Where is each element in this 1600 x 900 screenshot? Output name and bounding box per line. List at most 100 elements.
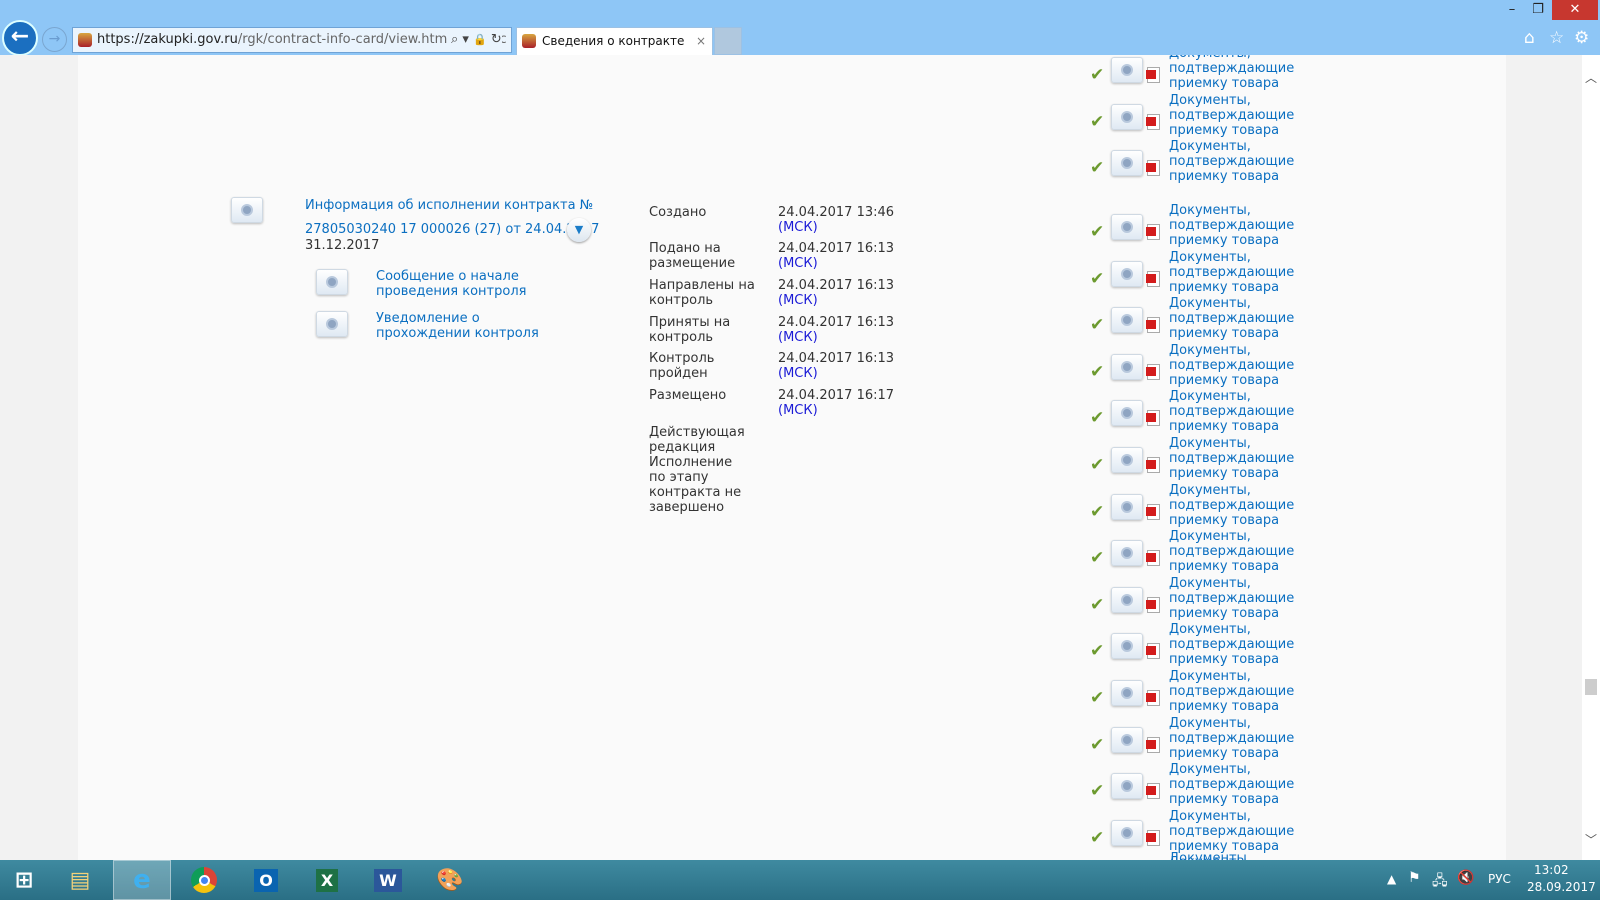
address-bar[interactable]: https://zakupki.gov.ru/rgk/contract-info…	[72, 27, 512, 53]
tab-close-icon[interactable]: ×	[696, 28, 706, 54]
expand-chevron-down-icon[interactable]: ▼	[567, 218, 591, 242]
certificate-button[interactable]	[1111, 633, 1143, 660]
pdf-file-icon[interactable]	[1146, 736, 1160, 753]
settings-gear-icon[interactable]: ⚙	[1574, 28, 1589, 48]
certificate-button[interactable]	[1111, 726, 1143, 753]
restore-button[interactable]: ❐	[1524, 0, 1552, 20]
certificate-button[interactable]	[1111, 400, 1143, 427]
certificate-button[interactable]	[1111, 57, 1143, 83]
pdf-file-icon[interactable]	[1146, 363, 1160, 380]
favorites-icon[interactable]: ☆	[1549, 28, 1564, 48]
language-indicator[interactable]: РУС	[1488, 872, 1511, 886]
document-link[interactable]: Документы, подтверждающие приемку товара	[1169, 529, 1339, 574]
certificate-button[interactable]	[1111, 214, 1143, 240]
new-tab-button[interactable]	[714, 27, 742, 55]
certificate-button[interactable]	[1111, 307, 1143, 334]
certificate-button[interactable]	[316, 311, 348, 337]
certificate-button[interactable]	[1111, 493, 1143, 520]
lock-icon[interactable]: 🔒	[473, 33, 487, 46]
forward-button[interactable]: →	[42, 27, 67, 52]
clock-time[interactable]: 13:02	[1534, 863, 1569, 877]
document-link[interactable]: Документы, подтверждающие приемку товара	[1169, 809, 1339, 854]
certificate-button[interactable]	[1111, 103, 1143, 130]
document-link[interactable]: Документы, подтверждающие приемку товара	[1169, 762, 1339, 807]
certificate-button[interactable]	[1111, 260, 1143, 287]
network-icon[interactable]: 🖧	[1432, 870, 1448, 894]
document-link[interactable]: Документы, подтверждающие приемку товара	[1169, 669, 1339, 714]
document-link[interactable]: Документы, подтверждающие приемку товара	[1169, 576, 1339, 621]
pdf-file-icon[interactable]	[1146, 160, 1160, 177]
document-link[interactable]: Документы, подтверждающие приемку товара	[1169, 55, 1339, 91]
certificate-button[interactable]	[1111, 773, 1143, 800]
pdf-file-icon[interactable]	[1146, 550, 1160, 567]
contract-info-link[interactable]: Информация об исполнении контракта № 278…	[305, 198, 599, 237]
vertical-scrollbar[interactable]: ︿ ﹀	[1582, 55, 1600, 860]
pdf-file-icon[interactable]	[1146, 643, 1160, 660]
timezone-link[interactable]: (МСК)	[778, 256, 894, 271]
control-start-message-link[interactable]: Сообщение о начале проведения контроля	[376, 269, 586, 299]
outlook-icon[interactable]: O	[237, 860, 295, 900]
pdf-file-icon[interactable]	[1146, 270, 1160, 287]
back-button[interactable]: ←	[2, 20, 38, 56]
document-link[interactable]: Документы, подтверждающие приемку товара	[1169, 622, 1339, 667]
pdf-file-icon[interactable]	[1146, 113, 1160, 130]
document-link[interactable]: Документы, подтверждающие приемку товара	[1169, 716, 1339, 761]
document-link[interactable]: Документы, подтверждающие приемку товара	[1169, 203, 1339, 248]
certificate-button[interactable]	[1111, 586, 1143, 613]
volume-muted-icon[interactable]: 🔇	[1457, 870, 1474, 886]
certificate-button[interactable]	[231, 197, 263, 223]
excel-icon[interactable]: X	[298, 860, 356, 900]
timezone-link[interactable]: (МСК)	[778, 366, 894, 381]
certificate-button[interactable]	[1111, 540, 1143, 567]
chrome-icon[interactable]	[175, 860, 233, 900]
pdf-file-icon[interactable]	[1146, 829, 1160, 846]
document-link[interactable]: Документы, подтверждающие приемку товара	[1169, 343, 1339, 388]
pdf-file-icon[interactable]	[1146, 783, 1160, 800]
pdf-file-icon[interactable]	[1146, 410, 1160, 427]
pdf-file-icon[interactable]	[1146, 224, 1160, 240]
document-link[interactable]: Документы, подтверждающие приемку товара	[1169, 93, 1339, 138]
close-button[interactable]: ✕	[1552, 0, 1598, 20]
document-link[interactable]: Документы, подтверждающие приемку товара	[1169, 250, 1339, 295]
control-passed-notice-link[interactable]: Уведомление о прохождении контроля	[376, 311, 556, 341]
timezone-link[interactable]: (МСК)	[778, 403, 894, 418]
document-link-partial[interactable]: Документы,	[1169, 851, 1251, 860]
pdf-file-icon[interactable]	[1146, 317, 1160, 334]
tab-contract-info[interactable]: Сведения о контракте ×	[516, 27, 713, 55]
start-windows-icon[interactable]: ⊞	[0, 860, 48, 900]
document-link[interactable]: Документы, подтверждающие приемку товара	[1169, 483, 1339, 528]
pdf-file-icon[interactable]	[1146, 503, 1160, 520]
certificate-button[interactable]	[1111, 150, 1143, 177]
certificate-button[interactable]	[1111, 819, 1143, 846]
word-icon[interactable]: W	[359, 860, 417, 900]
clock-date[interactable]: 28.09.2017	[1527, 880, 1596, 894]
pdf-file-icon[interactable]	[1146, 690, 1160, 706]
timezone-link[interactable]: (МСК)	[778, 330, 894, 345]
certificate-button[interactable]	[1111, 353, 1143, 380]
certificate-button[interactable]	[316, 269, 348, 295]
home-icon[interactable]: ⌂	[1524, 28, 1535, 48]
action-center-flag-icon[interactable]: ⚑	[1408, 870, 1421, 886]
internet-explorer-icon[interactable]: e	[113, 860, 171, 900]
pdf-file-icon[interactable]	[1146, 596, 1160, 613]
certificate-button[interactable]	[1111, 447, 1143, 473]
pdf-file-icon[interactable]	[1146, 67, 1160, 83]
file-explorer-icon[interactable]: ▤	[51, 860, 109, 900]
scroll-down-arrow-icon[interactable]: ﹀	[1585, 831, 1597, 848]
certificate-button[interactable]	[1111, 680, 1143, 706]
document-link[interactable]: Документы, подтверждающие приемку товара	[1169, 139, 1339, 184]
timezone-link[interactable]: (МСК)	[778, 293, 894, 308]
document-link[interactable]: Документы, подтверждающие приемку товара	[1169, 296, 1339, 341]
paint-icon[interactable]: 🎨	[421, 860, 479, 900]
show-hidden-icons-icon[interactable]: ▲	[1387, 872, 1396, 886]
minimize-button[interactable]: –	[1498, 0, 1526, 20]
document-link[interactable]: Документы, подтверждающие приемку товара	[1169, 389, 1339, 434]
refresh-icon[interactable]: ↻	[491, 32, 502, 47]
status-label: Размещено	[649, 388, 727, 403]
document-link[interactable]: Документы, подтверждающие приемку товара	[1169, 436, 1339, 481]
scrollbar-thumb[interactable]	[1585, 679, 1597, 695]
scroll-up-arrow-icon[interactable]: ︿	[1585, 69, 1597, 86]
search-icon[interactable]: ⌕	[451, 32, 458, 47]
pdf-file-icon[interactable]	[1146, 457, 1160, 473]
timezone-link[interactable]: (МСК)	[778, 220, 894, 235]
